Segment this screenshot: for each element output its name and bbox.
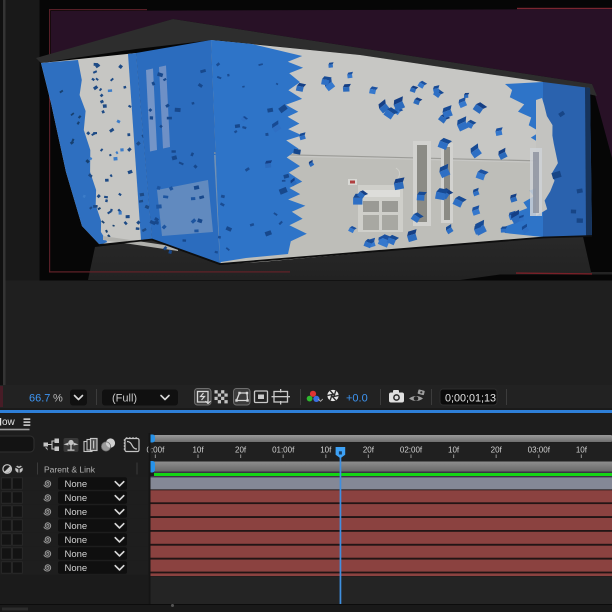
svg-text:None: None — [65, 563, 88, 574]
svg-text:ow: ow — [2, 417, 16, 428]
svg-text:0;00;01;13: 0;00;01;13 — [445, 392, 496, 404]
svg-text:01:00f: 01:00f — [272, 446, 295, 455]
svg-text:None: None — [65, 521, 88, 532]
svg-text:Parent & Link: Parent & Link — [44, 465, 96, 475]
svg-text:None: None — [65, 535, 88, 546]
svg-text:02:00f: 02:00f — [400, 446, 423, 455]
svg-text:None: None — [65, 493, 88, 504]
svg-text:+0.0: +0.0 — [346, 393, 368, 405]
svg-text:10f: 10f — [192, 446, 204, 455]
svg-text:(Full): (Full) — [112, 393, 137, 405]
svg-text:66.7: 66.7 — [29, 393, 50, 405]
svg-text:20f: 20f — [235, 446, 247, 455]
svg-text:None: None — [65, 507, 88, 518]
svg-text:10f: 10f — [448, 446, 460, 455]
svg-text:%: % — [53, 393, 63, 405]
svg-text:10f: 10f — [576, 446, 588, 455]
svg-text:None: None — [65, 479, 88, 490]
svg-text:10f: 10f — [320, 446, 332, 455]
svg-text:None: None — [65, 549, 88, 560]
svg-text:20f: 20f — [491, 446, 503, 455]
svg-text:03:00f: 03:00f — [528, 446, 551, 455]
svg-text:20f: 20f — [363, 446, 375, 455]
